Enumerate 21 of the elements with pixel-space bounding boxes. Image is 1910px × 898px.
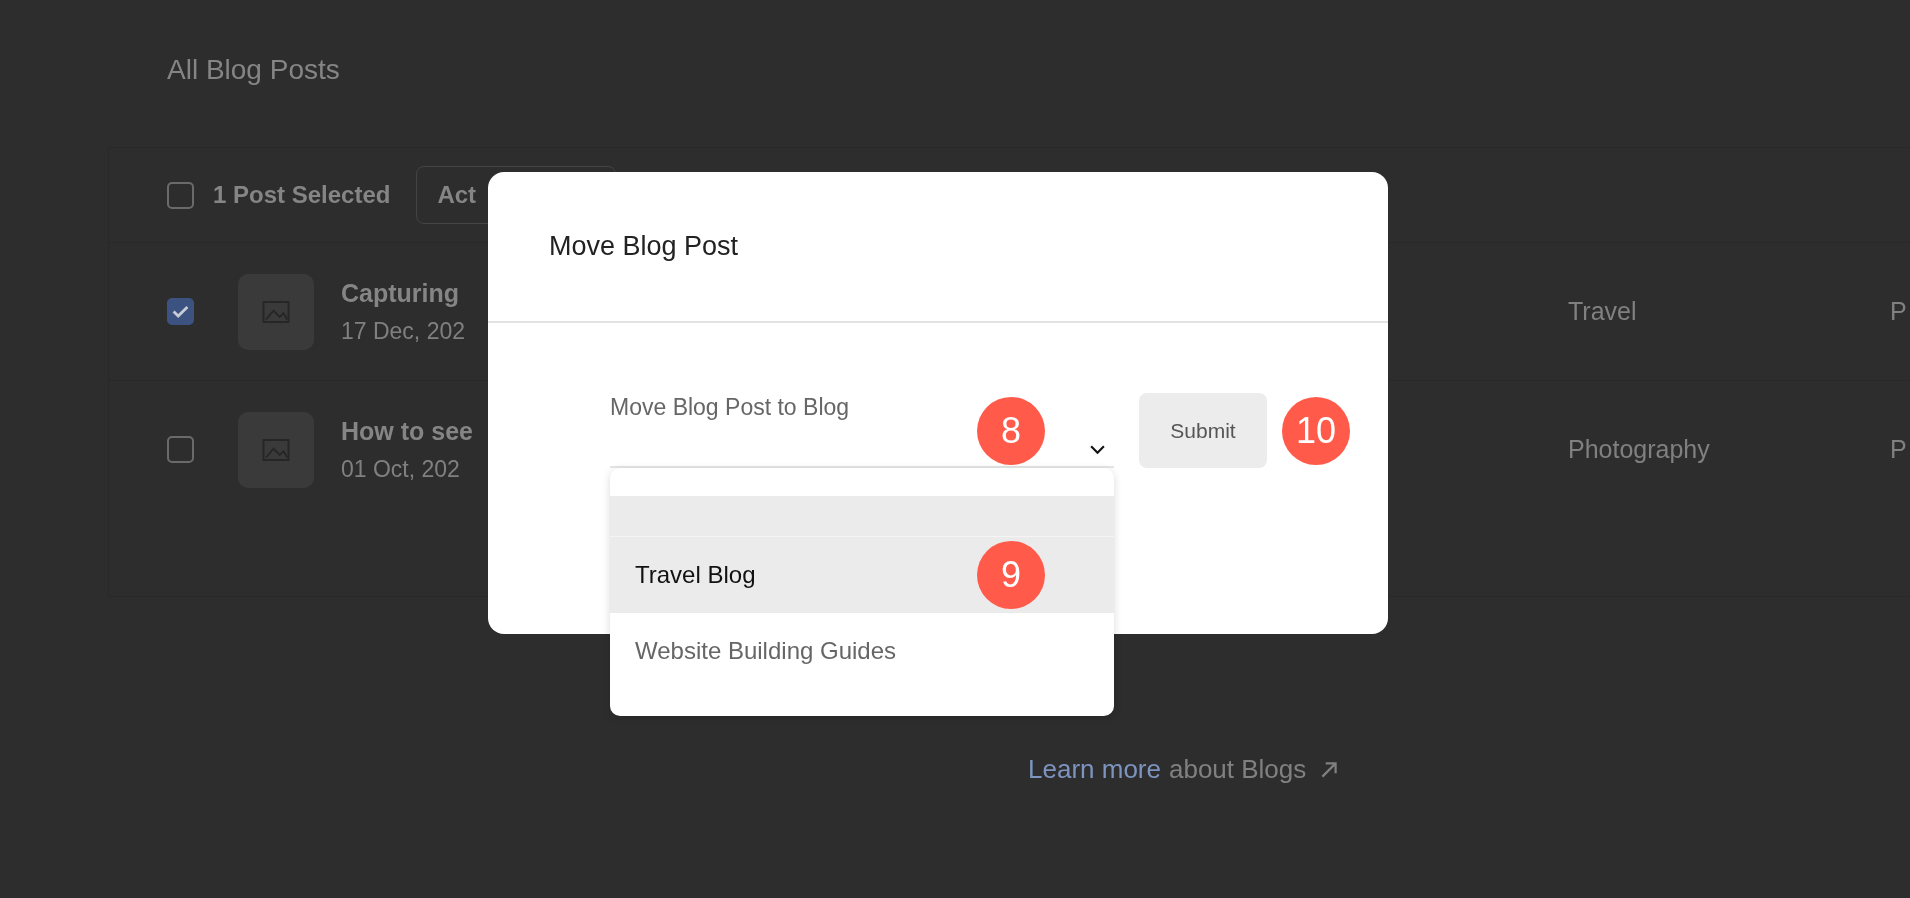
annotation-badge: 8 [977,396,1045,465]
annotation-badge: 10 [1282,396,1350,465]
post-title[interactable]: Capturing [341,278,460,308]
post-date: 17 Dec, 202 [341,317,466,345]
post-date: 01 Oct, 202 [341,455,460,483]
help-text: about Blogs [1168,754,1307,785]
selection-count: 1 Post Selected [213,181,391,209]
post-checkbox[interactable] [167,298,194,325]
learn-more-link[interactable]: Learn more [1028,754,1161,785]
post-status: P [1890,435,1907,464]
post-category: Photography [1568,435,1711,464]
post-category: Travel [1568,297,1638,326]
chevron-down-icon [1089,443,1106,455]
submit-button[interactable]: Submit [1139,393,1267,468]
post-status: P [1890,297,1907,326]
post-checkbox[interactable] [167,436,194,463]
post-title[interactable]: How to see [341,416,473,446]
dropdown-option[interactable]: Website Building Guides [610,612,1114,689]
select-all-checkbox[interactable] [167,181,194,209]
dialog-title: Move Blog Post [549,231,739,262]
page-title: All Blog Posts [167,53,341,87]
